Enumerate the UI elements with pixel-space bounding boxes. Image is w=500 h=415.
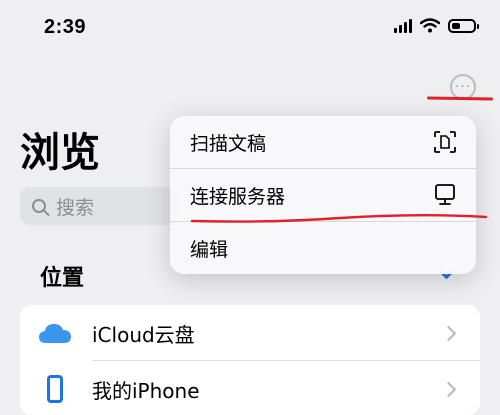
menu-item-label: 扫描文稿 [190,133,267,155]
status-icons [394,18,479,33]
annotation-underline [426,96,494,101]
list-item-icloud[interactable]: iCloud云盘 [20,305,480,361]
battery-icon [448,18,479,33]
wifi-icon [420,18,440,33]
list-item-my-iphone[interactable]: 我的iPhone [20,361,480,415]
more-options-menu: 扫描文稿 连接服务器 编辑 [170,116,476,274]
menu-item-scan-documents[interactable]: 扫描文稿 [170,116,476,168]
iphone-icon [47,375,63,403]
chevron-right-icon [440,381,457,397]
menu-item-label: 编辑 [190,239,229,261]
locations-list: iCloud云盘 我的iPhone [20,305,480,415]
status-time: 2:39 [44,16,87,38]
ellipsis-icon: ··· [454,79,472,95]
scan-document-icon [434,131,456,153]
monitor-icon [435,184,455,205]
section-title-locations: 位置 [40,266,85,291]
annotation-underline [190,214,488,223]
icloud-icon [39,324,71,343]
search-placeholder: 搜索 [56,196,95,219]
list-item-label: iCloud云盘 [92,322,195,347]
page-title: 浏览 [20,130,100,176]
cellular-signal-icon [394,18,412,33]
menu-item-label: 连接服务器 [190,186,286,208]
search-input[interactable]: 搜索 [20,187,180,225]
search-icon [32,199,46,213]
list-item-label: 我的iPhone [92,378,200,403]
chevron-right-icon [440,325,457,341]
menu-item-edit[interactable]: 编辑 [170,222,476,274]
